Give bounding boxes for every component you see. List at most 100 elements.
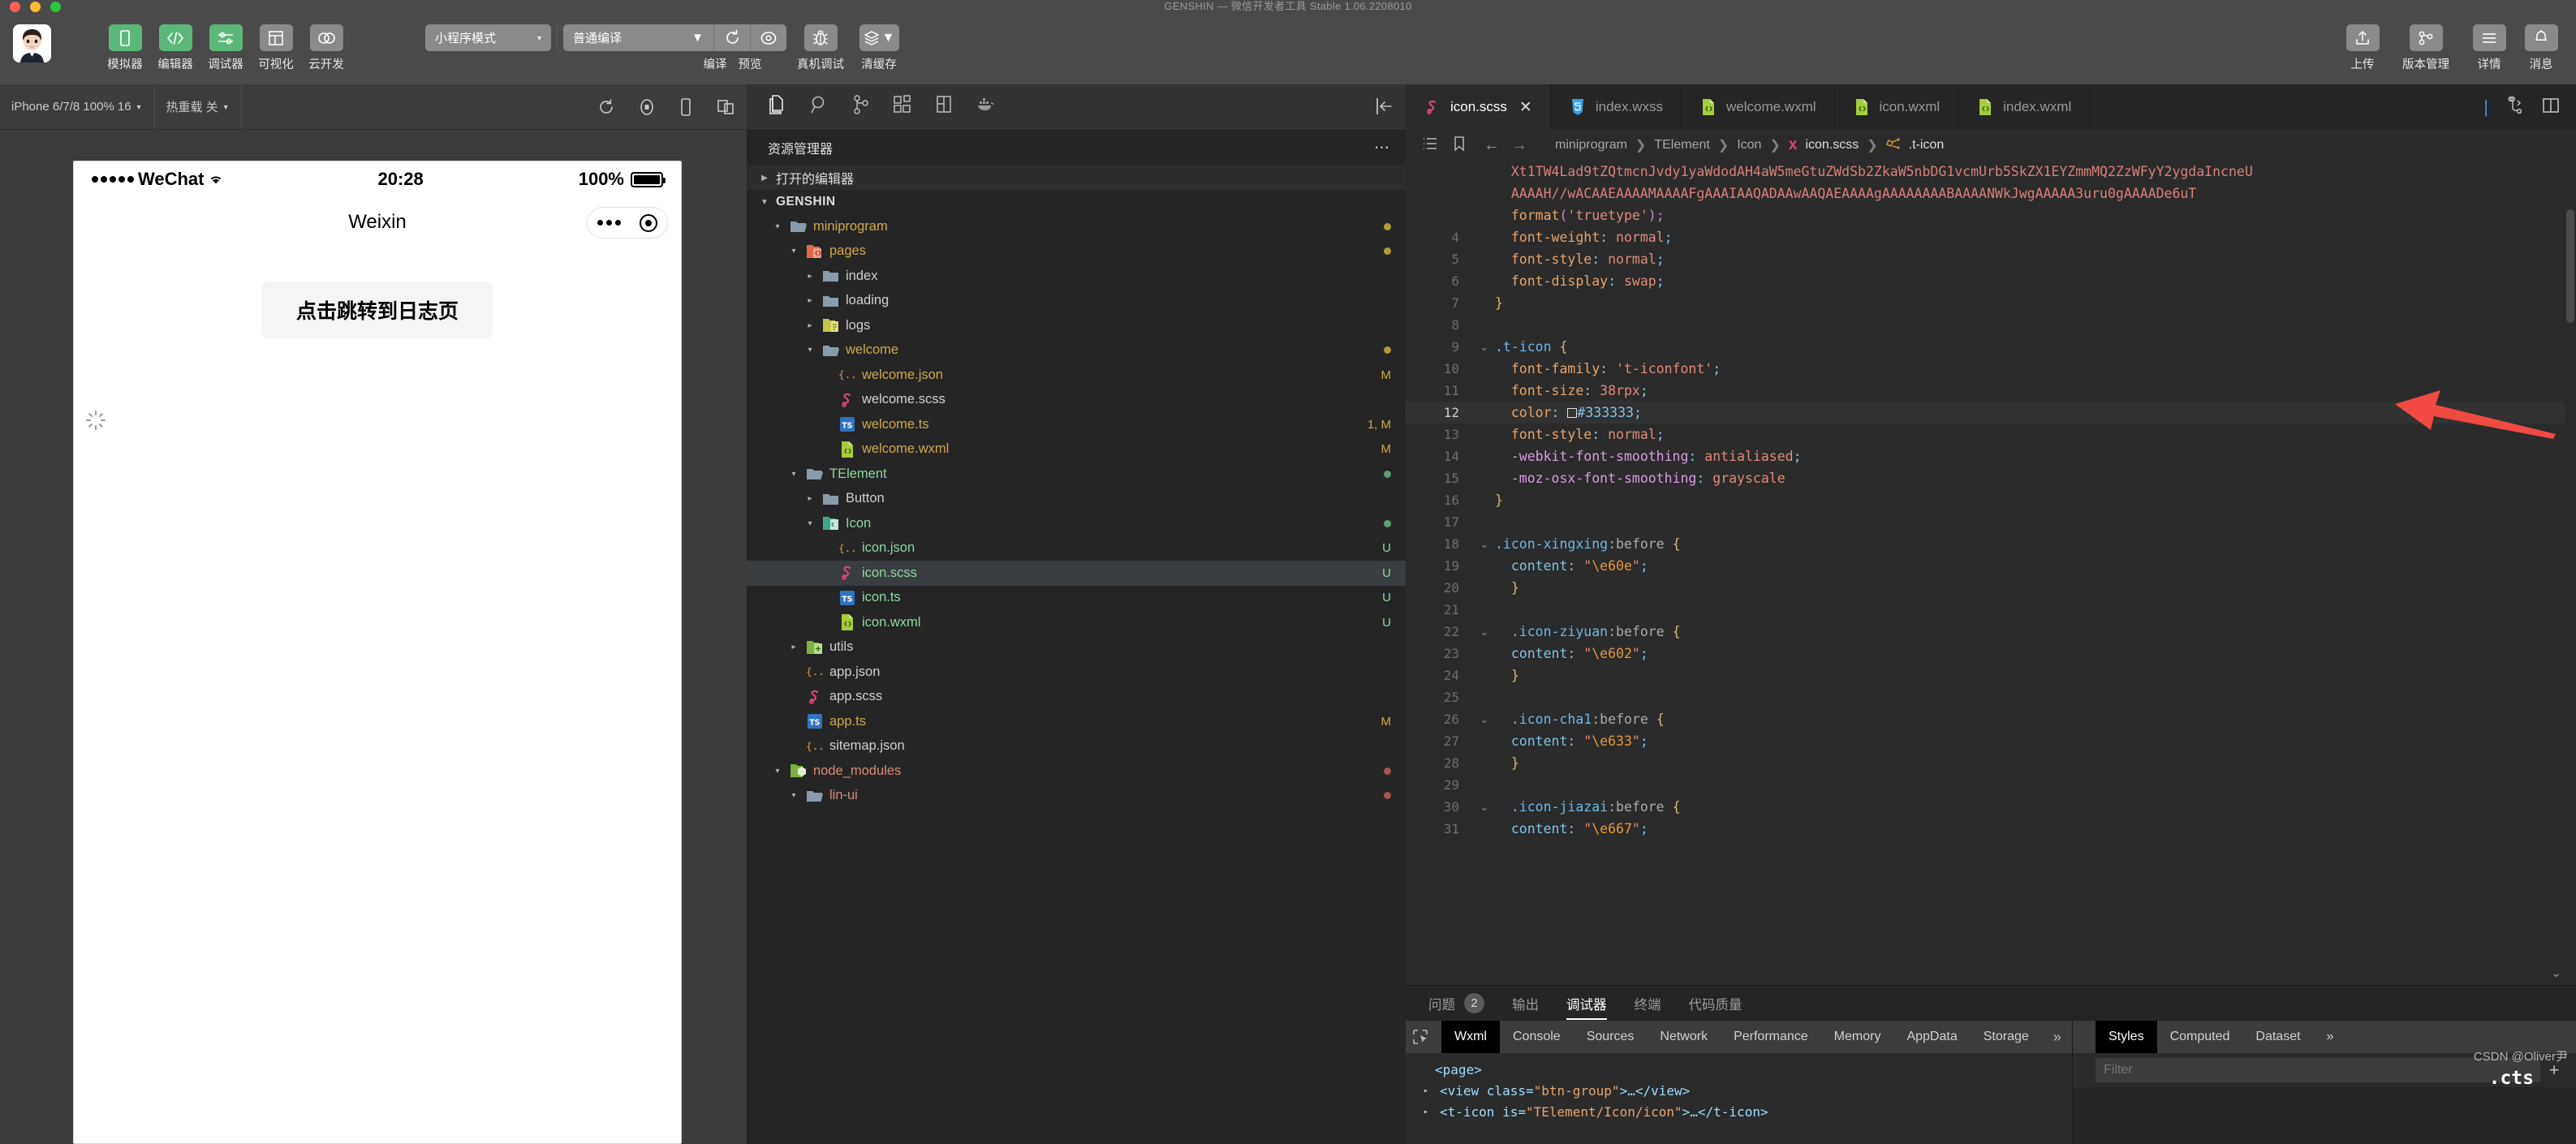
bottom-tab[interactable]: 问题 2 — [1428, 986, 1484, 1021]
breadcrumb-item-3[interactable]: icon.scss — [1805, 138, 1859, 153]
close-icon[interactable]: ✕ — [1519, 98, 1532, 117]
code-line[interactable]: format('truetype'); — [1406, 204, 2576, 226]
editor-tab[interactable]: index.wxss — [1551, 84, 1682, 130]
tree-item[interactable]: TS icon.ts U — [747, 586, 1406, 611]
tree-item[interactable]: {..} sitemap.json — [747, 734, 1406, 759]
toolbar-item-upload[interactable]: 上传 — [2341, 24, 2384, 72]
editor-scrollbar[interactable] — [2565, 161, 2576, 985]
chevron-right-icon[interactable]: ▸ — [787, 643, 800, 652]
tree-item[interactable]: icon.scss U — [747, 561, 1406, 586]
styles-tab[interactable]: Dataset — [2242, 1021, 2313, 1053]
layout-icon[interactable] — [2542, 97, 2560, 118]
chevron-down-icon[interactable]: ▾ — [803, 519, 816, 528]
devtools-overflow-button[interactable]: » — [2042, 1029, 2073, 1046]
devtools-tab[interactable]: Console — [1500, 1021, 1574, 1053]
project-root-section[interactable]: ▼ GENSHIN — [747, 190, 1406, 214]
code-line[interactable]: 24 } — [1406, 664, 2576, 686]
more-icon[interactable] — [597, 220, 621, 226]
chevron-right-icon[interactable]: ▸ — [803, 321, 816, 330]
code-line[interactable]: 7} — [1406, 292, 2576, 314]
window-controls[interactable] — [10, 2, 61, 12]
tree-item[interactable]: ▾ welcome — [747, 338, 1406, 363]
forward-arrow-icon[interactable]: → — [1511, 136, 1527, 155]
collapse-sidebar-icon[interactable] — [1375, 96, 1394, 121]
tree-item[interactable]: {..} icon.json U — [747, 536, 1406, 561]
compile-button[interactable] — [713, 24, 750, 51]
bottom-tab[interactable]: 代码质量 — [1689, 986, 1742, 1021]
code-line[interactable]: 28 } — [1406, 752, 2576, 774]
chevron-right-icon[interactable]: ▸ — [803, 296, 816, 305]
toolbar-item-editor[interactable]: 编辑器 — [153, 24, 197, 72]
avatar[interactable] — [13, 24, 51, 62]
code-line[interactable]: 31 content: "\e667"; — [1406, 818, 2576, 840]
dom-node[interactable]: ▸ <t-icon is="TElement/Icon/icon">…</t-ic… — [1419, 1102, 2072, 1123]
minimize-window-button[interactable] — [30, 2, 41, 12]
hot-reload-select[interactable]: 热重载 关 ▼ — [155, 84, 241, 130]
tree-item[interactable]: ▾ Icon — [747, 511, 1406, 536]
extensions-icon[interactable] — [893, 94, 912, 119]
simulator-device-button[interactable] — [667, 84, 704, 130]
fold-chevron-icon[interactable]: ⌄ — [1474, 626, 1495, 639]
chevron-right-icon[interactable]: ▸ — [1424, 1102, 1435, 1123]
chevron-right-icon[interactable]: ▸ — [1424, 1081, 1435, 1102]
toolbar-item-version[interactable]: 版本管理 — [2393, 24, 2459, 72]
source-control-icon[interactable] — [852, 94, 870, 119]
outline-icon[interactable] — [1422, 136, 1438, 155]
maximize-window-button[interactable] — [50, 2, 61, 12]
tree-item[interactable]: ▾ TElement — [747, 462, 1406, 487]
breadcrumb-item-4[interactable]: .t-icon — [1909, 138, 1945, 153]
tree-item[interactable]: ▾ lin-ui — [747, 784, 1406, 809]
preview-button[interactable] — [750, 24, 786, 51]
dom-tree[interactable]: <page> ▸ <view class="btn-group">…</view> ▸… — [1406, 1053, 2072, 1144]
tree-item[interactable]: ▸ index — [747, 264, 1406, 289]
tree-item[interactable]: welcome.wxml M — [747, 437, 1406, 462]
toolbar-item-cloud[interactable]: 云开发 — [304, 24, 348, 72]
code-line[interactable]: 12 color: #333333; — [1406, 402, 2576, 424]
editor-tab[interactable]: welcome.wxml — [1682, 84, 1835, 130]
split-icon[interactable] — [2506, 96, 2524, 118]
code-line[interactable]: 14 -webkit-font-smoothing: antialiased; — [1406, 445, 2576, 467]
fold-chevron-icon[interactable]: ⌄ — [1474, 713, 1495, 726]
compile-select[interactable]: 普通编译 ▼ — [563, 24, 713, 51]
search-icon[interactable] — [810, 94, 829, 119]
bottom-tab[interactable]: 终端 — [1635, 986, 1661, 1021]
simulator-refresh-button[interactable] — [586, 84, 627, 130]
breadcrumb-item-0[interactable]: miniprogram — [1555, 138, 1627, 153]
code-line[interactable]: 10 font-family: 't-iconfont'; — [1406, 358, 2576, 380]
simulator-multiscreen-button[interactable] — [704, 84, 747, 130]
devtools-tab[interactable]: Storage — [1971, 1021, 2042, 1053]
debug-icon[interactable] — [935, 94, 953, 119]
chevron-down-icon[interactable]: ▾ — [787, 470, 800, 479]
tree-item[interactable]: welcome.scss — [747, 388, 1406, 413]
color-swatch[interactable] — [1567, 408, 1578, 418]
code-line[interactable]: 17 — [1406, 511, 2576, 533]
close-window-button[interactable] — [10, 2, 20, 12]
devtools-tabs[interactable]: Wxml Console Sources Network Performance Memo… — [1441, 1021, 2042, 1053]
bookmark-icon[interactable] — [1453, 135, 1466, 156]
styles-tab[interactable]: Computed — [2157, 1021, 2243, 1053]
toolbar-item-detail[interactable]: 详情 — [2467, 24, 2511, 72]
ellipsis-icon[interactable]: ⋯ — [1374, 139, 1391, 157]
code-line[interactable]: 5 font-style: normal; — [1406, 248, 2576, 270]
styles-overflow-button[interactable]: » — [2314, 1021, 2347, 1053]
bottom-tab[interactable]: 调试器 — [1566, 986, 1607, 1021]
chevron-down-icon[interactable]: ▾ — [787, 247, 800, 256]
editor-tab[interactable]: index.wxml — [1958, 84, 2091, 130]
code-line[interactable]: 11 font-size: 38rpx; — [1406, 380, 2576, 402]
tree-item[interactable]: ▸ loading — [747, 289, 1406, 314]
inspect-icon[interactable] — [1412, 1029, 1428, 1045]
styles-tab[interactable]: Styles — [2096, 1021, 2157, 1053]
breadcrumb-item-1[interactable]: TElement — [1654, 138, 1709, 153]
code-line[interactable]: 9 ⌄ .t-icon { — [1406, 336, 2576, 358]
styles-tabs[interactable]: Styles Computed Dataset» — [2073, 1021, 2576, 1053]
tree-item[interactable]: app.scss — [747, 685, 1406, 710]
code-line[interactable]: 6 font-display: swap; — [1406, 270, 2576, 292]
bottom-tab[interactable]: 输出 — [1512, 986, 1539, 1021]
editor-tabs[interactable]: icon.scss ✕ index.wxss welcome.wxml icon.wxm… — [1406, 84, 2576, 130]
code-line[interactable]: 29 — [1406, 774, 2576, 796]
toolbar-item-clearcache[interactable]: ▼ 清缓存 — [850, 24, 908, 72]
toolbar-item-visual[interactable]: 可视化 — [254, 24, 298, 72]
devtools-tabbar[interactable]: Wxml Console Sources Network Performance Memo… — [1406, 1021, 2117, 1053]
tree-item[interactable]: {..} app.json — [747, 660, 1406, 685]
breadcrumb-item-2[interactable]: Icon — [1737, 138, 1761, 153]
